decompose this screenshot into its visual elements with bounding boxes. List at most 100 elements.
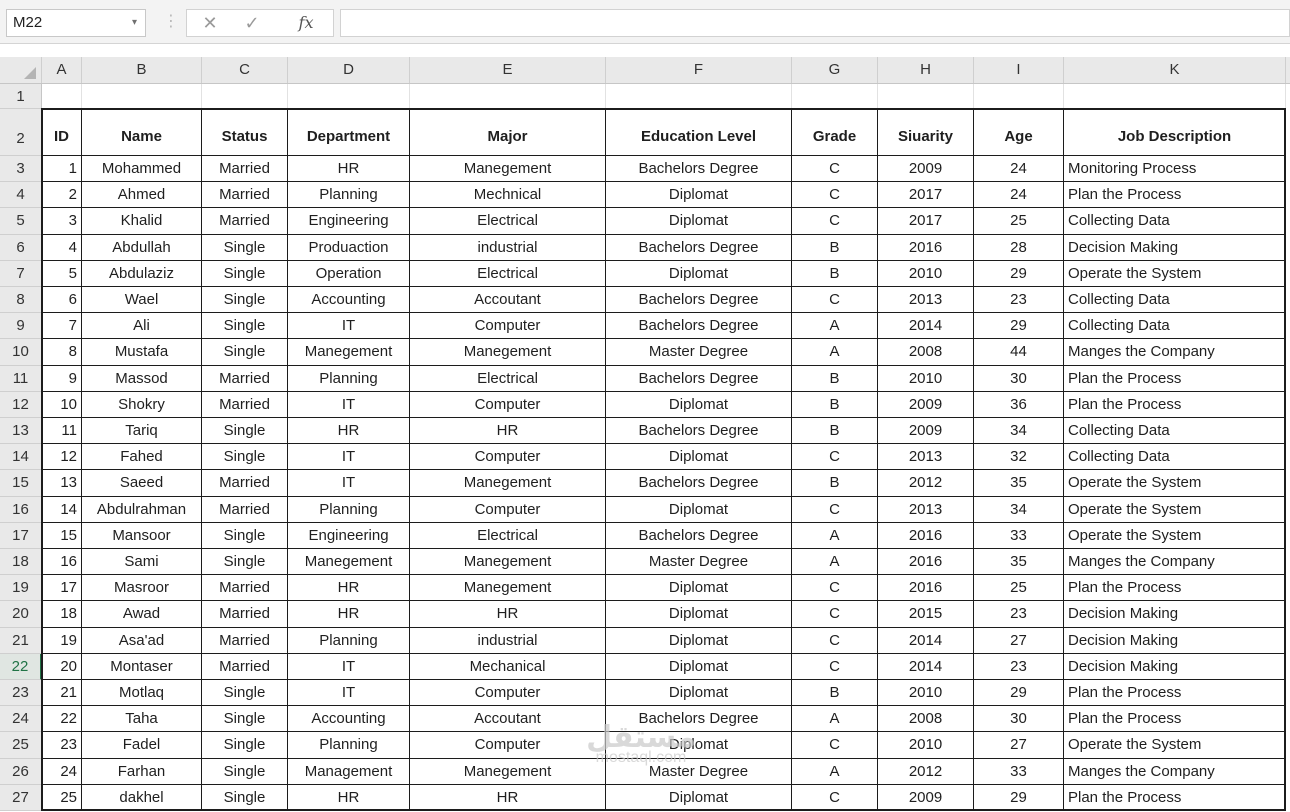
table-cell[interactable]: Planning xyxy=(288,496,410,523)
table-cell[interactable]: Single xyxy=(202,549,288,576)
table-cell[interactable]: 22 xyxy=(42,706,82,733)
table-cell[interactable]: Fadel xyxy=(82,732,202,759)
table-cell[interactable]: Plan the Process xyxy=(1064,365,1286,392)
column-header-g[interactable]: G xyxy=(792,57,878,83)
row-header-11[interactable]: 11 xyxy=(0,365,42,392)
table-cell[interactable]: 2014 xyxy=(878,627,974,654)
cell-empty[interactable] xyxy=(82,84,202,109)
row-header-8[interactable]: 8 xyxy=(0,287,42,314)
row-header-5[interactable]: 5 xyxy=(0,208,42,235)
table-cell[interactable]: Masroor xyxy=(82,575,202,602)
table-cell[interactable]: Manges the Company xyxy=(1064,549,1286,576)
table-cell[interactable]: 34 xyxy=(974,496,1064,523)
table-cell[interactable]: Manegement xyxy=(288,549,410,576)
table-cell[interactable]: 29 xyxy=(974,313,1064,340)
table-cell[interactable]: IT xyxy=(288,653,410,680)
table-cell[interactable]: 11 xyxy=(42,418,82,445)
table-cell[interactable]: Computer xyxy=(410,391,606,418)
table-cell[interactable]: Bachelors Degree xyxy=(606,234,792,261)
table-cell[interactable]: IT xyxy=(288,470,410,497)
table-cell[interactable]: Mansoor xyxy=(82,522,202,549)
table-cell[interactable]: Mohammed xyxy=(82,156,202,183)
table-cell[interactable]: 2010 xyxy=(878,732,974,759)
table-cell[interactable]: Operate the System xyxy=(1064,470,1286,497)
header-cell[interactable]: Siuarity xyxy=(878,109,974,156)
table-cell[interactable]: Decision Making xyxy=(1064,627,1286,654)
table-cell[interactable]: Bachelors Degree xyxy=(606,313,792,340)
table-cell[interactable]: Manges the Company xyxy=(1064,339,1286,366)
row-header-1[interactable]: 1 xyxy=(0,84,42,109)
row-header-12[interactable]: 12 xyxy=(0,391,42,418)
table-cell[interactable]: Abdulaziz xyxy=(82,260,202,287)
table-cell[interactable]: Operate the System xyxy=(1064,732,1286,759)
table-cell[interactable]: Abdulrahman xyxy=(82,496,202,523)
table-cell[interactable]: Married xyxy=(202,627,288,654)
table-cell[interactable]: 9 xyxy=(42,365,82,392)
table-cell[interactable]: Planning xyxy=(288,627,410,654)
table-cell[interactable]: Abdullah xyxy=(82,234,202,261)
table-cell[interactable]: Bachelors Degree xyxy=(606,156,792,183)
table-cell[interactable]: 3 xyxy=(42,208,82,235)
cell-empty[interactable] xyxy=(1064,84,1286,109)
table-cell[interactable]: Bachelors Degree xyxy=(606,522,792,549)
header-cell[interactable]: Education Level xyxy=(606,109,792,156)
table-cell[interactable]: 2015 xyxy=(878,601,974,628)
table-cell[interactable]: 2016 xyxy=(878,575,974,602)
table-cell[interactable]: Montaser xyxy=(82,653,202,680)
table-cell[interactable]: Married xyxy=(202,391,288,418)
table-cell[interactable]: Operate the System xyxy=(1064,260,1286,287)
header-cell[interactable]: Grade xyxy=(792,109,878,156)
table-cell[interactable]: Awad xyxy=(82,601,202,628)
table-cell[interactable]: 29 xyxy=(974,680,1064,707)
cell-empty[interactable] xyxy=(202,84,288,109)
table-cell[interactable]: 21 xyxy=(42,680,82,707)
table-cell[interactable]: C xyxy=(792,653,878,680)
table-cell[interactable]: Ali xyxy=(82,313,202,340)
table-cell[interactable]: HR xyxy=(288,601,410,628)
close-icon[interactable]: ✕ xyxy=(195,10,225,36)
grip-icon[interactable]: ⋮ xyxy=(163,12,179,32)
cell-empty[interactable] xyxy=(410,84,606,109)
table-cell[interactable]: 2013 xyxy=(878,287,974,314)
table-cell[interactable]: 10 xyxy=(42,391,82,418)
table-cell[interactable]: Single xyxy=(202,732,288,759)
table-cell[interactable]: Diplomat xyxy=(606,653,792,680)
table-cell[interactable]: C xyxy=(792,287,878,314)
column-header-b[interactable]: B xyxy=(82,57,202,83)
table-cell[interactable]: Single xyxy=(202,522,288,549)
table-cell[interactable]: Manegement xyxy=(410,549,606,576)
table-cell[interactable]: Khalid xyxy=(82,208,202,235)
table-cell[interactable]: Shokry xyxy=(82,391,202,418)
table-cell[interactable]: Diplomat xyxy=(606,680,792,707)
table-cell[interactable]: Electrical xyxy=(410,260,606,287)
table-cell[interactable]: 23 xyxy=(974,653,1064,680)
column-header-d[interactable]: D xyxy=(288,57,410,83)
table-cell[interactable]: Collecting Data xyxy=(1064,418,1286,445)
chevron-down-icon[interactable]: ▾ xyxy=(132,10,137,36)
column-header-e[interactable]: E xyxy=(410,57,606,83)
table-cell[interactable]: Single xyxy=(202,260,288,287)
table-cell[interactable]: IT xyxy=(288,680,410,707)
table-cell[interactable]: Single xyxy=(202,287,288,314)
header-cell[interactable]: Name xyxy=(82,109,202,156)
table-cell[interactable]: Single xyxy=(202,706,288,733)
table-cell[interactable]: Operation xyxy=(288,260,410,287)
table-cell[interactable]: 27 xyxy=(974,732,1064,759)
table-cell[interactable]: 33 xyxy=(974,758,1064,785)
table-cell[interactable]: HR xyxy=(288,575,410,602)
table-cell[interactable]: Planning xyxy=(288,365,410,392)
table-cell[interactable]: Manegement xyxy=(410,156,606,183)
table-cell[interactable]: Manegement xyxy=(288,339,410,366)
table-cell[interactable]: 2013 xyxy=(878,496,974,523)
table-cell[interactable]: 44 xyxy=(974,339,1064,366)
table-cell[interactable]: 24 xyxy=(974,156,1064,183)
table-cell[interactable]: Engineering xyxy=(288,522,410,549)
row-header-21[interactable]: 21 xyxy=(0,627,42,654)
table-cell[interactable]: 2008 xyxy=(878,339,974,366)
table-cell[interactable]: Single xyxy=(202,234,288,261)
table-cell[interactable]: 23 xyxy=(42,732,82,759)
column-header-k[interactable]: K xyxy=(1064,57,1286,83)
table-cell[interactable]: Married xyxy=(202,601,288,628)
table-cell[interactable]: 2008 xyxy=(878,706,974,733)
table-cell[interactable]: 2009 xyxy=(878,391,974,418)
